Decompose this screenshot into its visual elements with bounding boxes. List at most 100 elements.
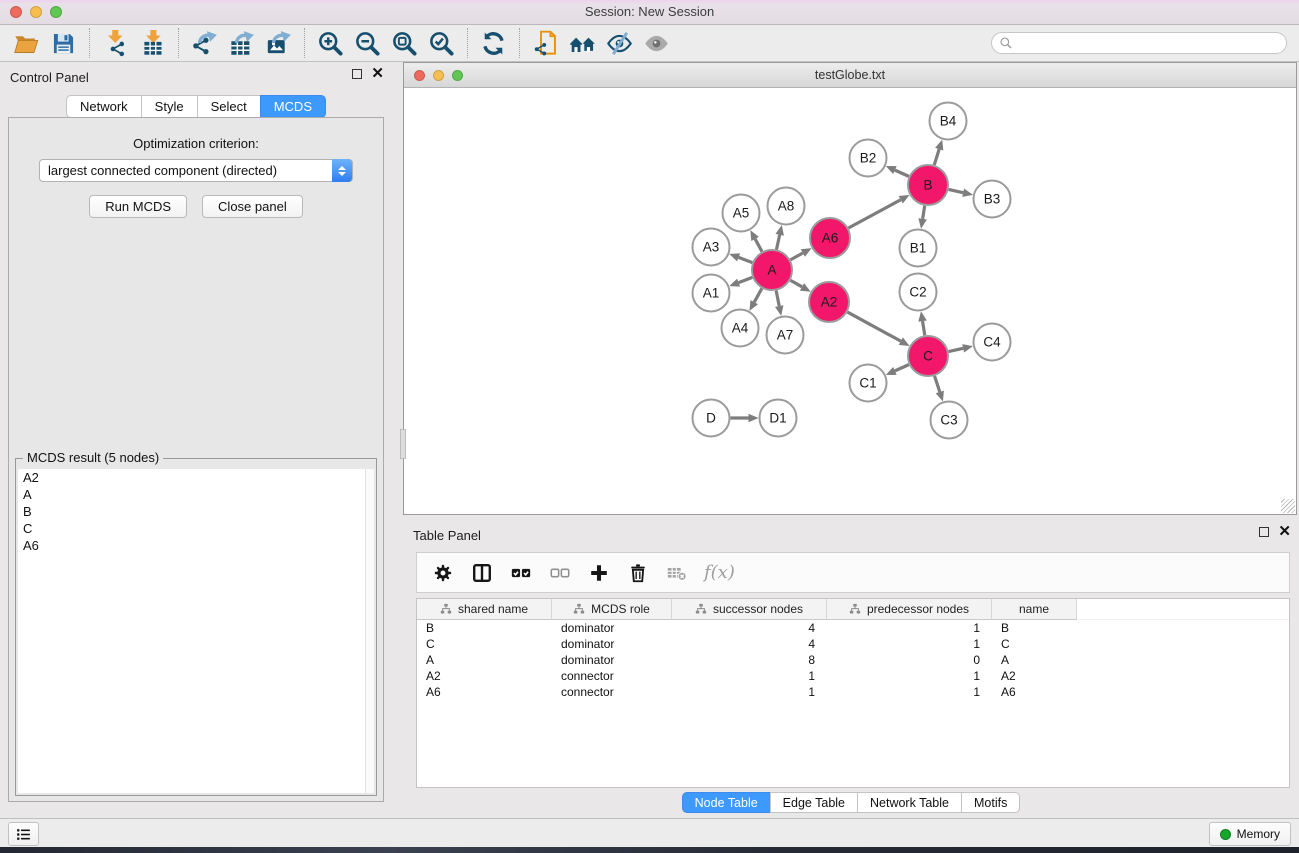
close-table-panel-icon[interactable]: ✕: [1278, 527, 1291, 537]
result-list-item[interactable]: A6: [18, 537, 374, 554]
tab-select[interactable]: Select: [197, 95, 261, 118]
tab-node-table[interactable]: Node Table: [682, 792, 771, 813]
graph-node-C2[interactable]: C2: [900, 274, 937, 311]
first-neighbors-button[interactable]: [564, 28, 601, 59]
task-history-button[interactable]: [8, 822, 39, 846]
graph-node-B3[interactable]: B3: [974, 181, 1011, 218]
graph-edge-A-A2[interactable]: [790, 280, 802, 287]
export-image-button[interactable]: [260, 28, 297, 59]
graph-node-A4[interactable]: A4: [722, 310, 759, 347]
graph-node-A2[interactable]: A2: [809, 282, 849, 322]
graph-edge-A-A5[interactable]: [755, 239, 762, 252]
show-all-button[interactable]: [638, 28, 675, 59]
graph-edge-C-C4[interactable]: [949, 348, 964, 351]
graph-node-C[interactable]: C: [908, 336, 948, 376]
column-header-MCDS-role[interactable]: MCDS role: [552, 599, 672, 620]
result-scrollbar[interactable]: [365, 469, 374, 793]
graph-edge-C-C1[interactable]: [895, 365, 909, 371]
tab-network[interactable]: Network: [66, 95, 142, 118]
graph-node-A1[interactable]: A1: [693, 275, 730, 312]
column-header-name[interactable]: name: [992, 599, 1077, 620]
network-from-selection-button[interactable]: [527, 28, 564, 59]
column-header-shared-name[interactable]: shared name: [417, 599, 552, 620]
graph-edge-A-A7[interactable]: [776, 291, 779, 306]
graph-edge-B-B2[interactable]: [895, 170, 909, 176]
graph-node-A5[interactable]: A5: [723, 195, 760, 232]
table-row[interactable]: A6connector11A6: [417, 684, 1289, 700]
graph-node-A6[interactable]: A6: [810, 218, 850, 258]
graph-node-B[interactable]: B: [908, 165, 948, 205]
export-table-button[interactable]: [223, 28, 260, 59]
columns-button[interactable]: [470, 561, 494, 585]
graph-node-C3[interactable]: C3: [931, 402, 968, 439]
resize-grip-icon[interactable]: [1281, 499, 1295, 513]
graph-edge-C-C3[interactable]: [935, 376, 940, 392]
open-session-button[interactable]: [8, 28, 45, 59]
tab-network-table[interactable]: Network Table: [857, 792, 962, 813]
graph-node-A7[interactable]: A7: [767, 317, 804, 354]
tab-style[interactable]: Style: [141, 95, 198, 118]
graph-node-C1[interactable]: C1: [850, 365, 887, 402]
memory-button[interactable]: Memory: [1209, 822, 1291, 846]
graph-edge-A-A6[interactable]: [790, 253, 802, 260]
refresh-button[interactable]: [475, 28, 512, 59]
table-row[interactable]: Cdominator41C: [417, 636, 1289, 652]
split-pane-handle[interactable]: [400, 429, 406, 459]
graph-edge-B-B1[interactable]: [923, 206, 925, 219]
tab-mcds[interactable]: MCDS: [260, 95, 326, 118]
graph-edge-B-B4[interactable]: [934, 149, 939, 165]
graph-node-B4[interactable]: B4: [930, 103, 967, 140]
run-mcds-button[interactable]: Run MCDS: [89, 195, 187, 218]
tab-motifs[interactable]: Motifs: [961, 792, 1020, 813]
float-table-panel-icon[interactable]: [1259, 527, 1269, 537]
graph-node-A[interactable]: A: [752, 250, 792, 290]
column-header-predecessor-nodes[interactable]: predecessor nodes: [827, 599, 992, 620]
graph-node-D[interactable]: D: [693, 400, 730, 437]
search-input[interactable]: [991, 32, 1287, 54]
column-header-successor-nodes[interactable]: successor nodes: [672, 599, 827, 620]
graph-node-A3[interactable]: A3: [693, 229, 730, 266]
graph-node-B2[interactable]: B2: [850, 140, 887, 177]
graph-edge-B-B3[interactable]: [949, 189, 964, 192]
close-panel-button[interactable]: Close panel: [202, 195, 303, 218]
table-row[interactable]: Bdominator41B: [417, 620, 1289, 636]
gear-button[interactable]: [431, 561, 455, 585]
table-row[interactable]: A2connector11A2: [417, 668, 1289, 684]
graph-edge-A2-C[interactable]: [847, 312, 900, 341]
network-canvas[interactable]: A A1 A2 A3 A4 A5 A6 A7 A8 B B1 B2 B3 B4 C C1 C2 C3 C4 D D1: [404, 89, 1296, 514]
import-network-button[interactable]: [97, 28, 134, 59]
close-panel-icon[interactable]: ✕: [371, 69, 384, 79]
select-all-button[interactable]: [509, 561, 533, 585]
result-list-item[interactable]: C: [18, 520, 374, 537]
save-session-button[interactable]: [45, 28, 82, 59]
zoom-out-button[interactable]: [349, 28, 386, 59]
graph-node-D1[interactable]: D1: [760, 400, 797, 437]
float-panel-icon[interactable]: [352, 69, 362, 79]
graph-node-B1[interactable]: B1: [900, 230, 937, 267]
function-builder-button[interactable]: f(x): [704, 562, 735, 583]
delete-table-button[interactable]: [665, 561, 689, 585]
import-table-button[interactable]: [134, 28, 171, 59]
result-list-item[interactable]: A: [18, 486, 374, 503]
add-button[interactable]: [587, 561, 611, 585]
graph-node-C4[interactable]: C4: [974, 324, 1011, 361]
zoom-in-button[interactable]: [312, 28, 349, 59]
optimization-select[interactable]: largest connected component (directed): [39, 159, 353, 182]
graph-edge-A-A1[interactable]: [739, 277, 753, 282]
zoom-selected-button[interactable]: [423, 28, 460, 59]
graph-edge-C-C2[interactable]: [923, 321, 925, 335]
graph-edge-A-A8[interactable]: [776, 235, 779, 250]
hide-selected-button[interactable]: [601, 28, 638, 59]
export-network-button[interactable]: [186, 28, 223, 59]
table-row[interactable]: Adominator80A: [417, 652, 1289, 668]
tab-edge-table[interactable]: Edge Table: [770, 792, 858, 813]
result-list-item[interactable]: A2: [18, 469, 374, 486]
graph-edge-A-A4[interactable]: [754, 288, 762, 302]
graph-edge-A-A3[interactable]: [739, 257, 753, 262]
network-window-titlebar[interactable]: testGlobe.txt: [404, 63, 1296, 88]
delete-button[interactable]: [626, 561, 650, 585]
result-list-item[interactable]: B: [18, 503, 374, 520]
deselect-all-button[interactable]: [548, 561, 572, 585]
zoom-fit-button[interactable]: [386, 28, 423, 59]
graph-node-A8[interactable]: A8: [768, 188, 805, 225]
